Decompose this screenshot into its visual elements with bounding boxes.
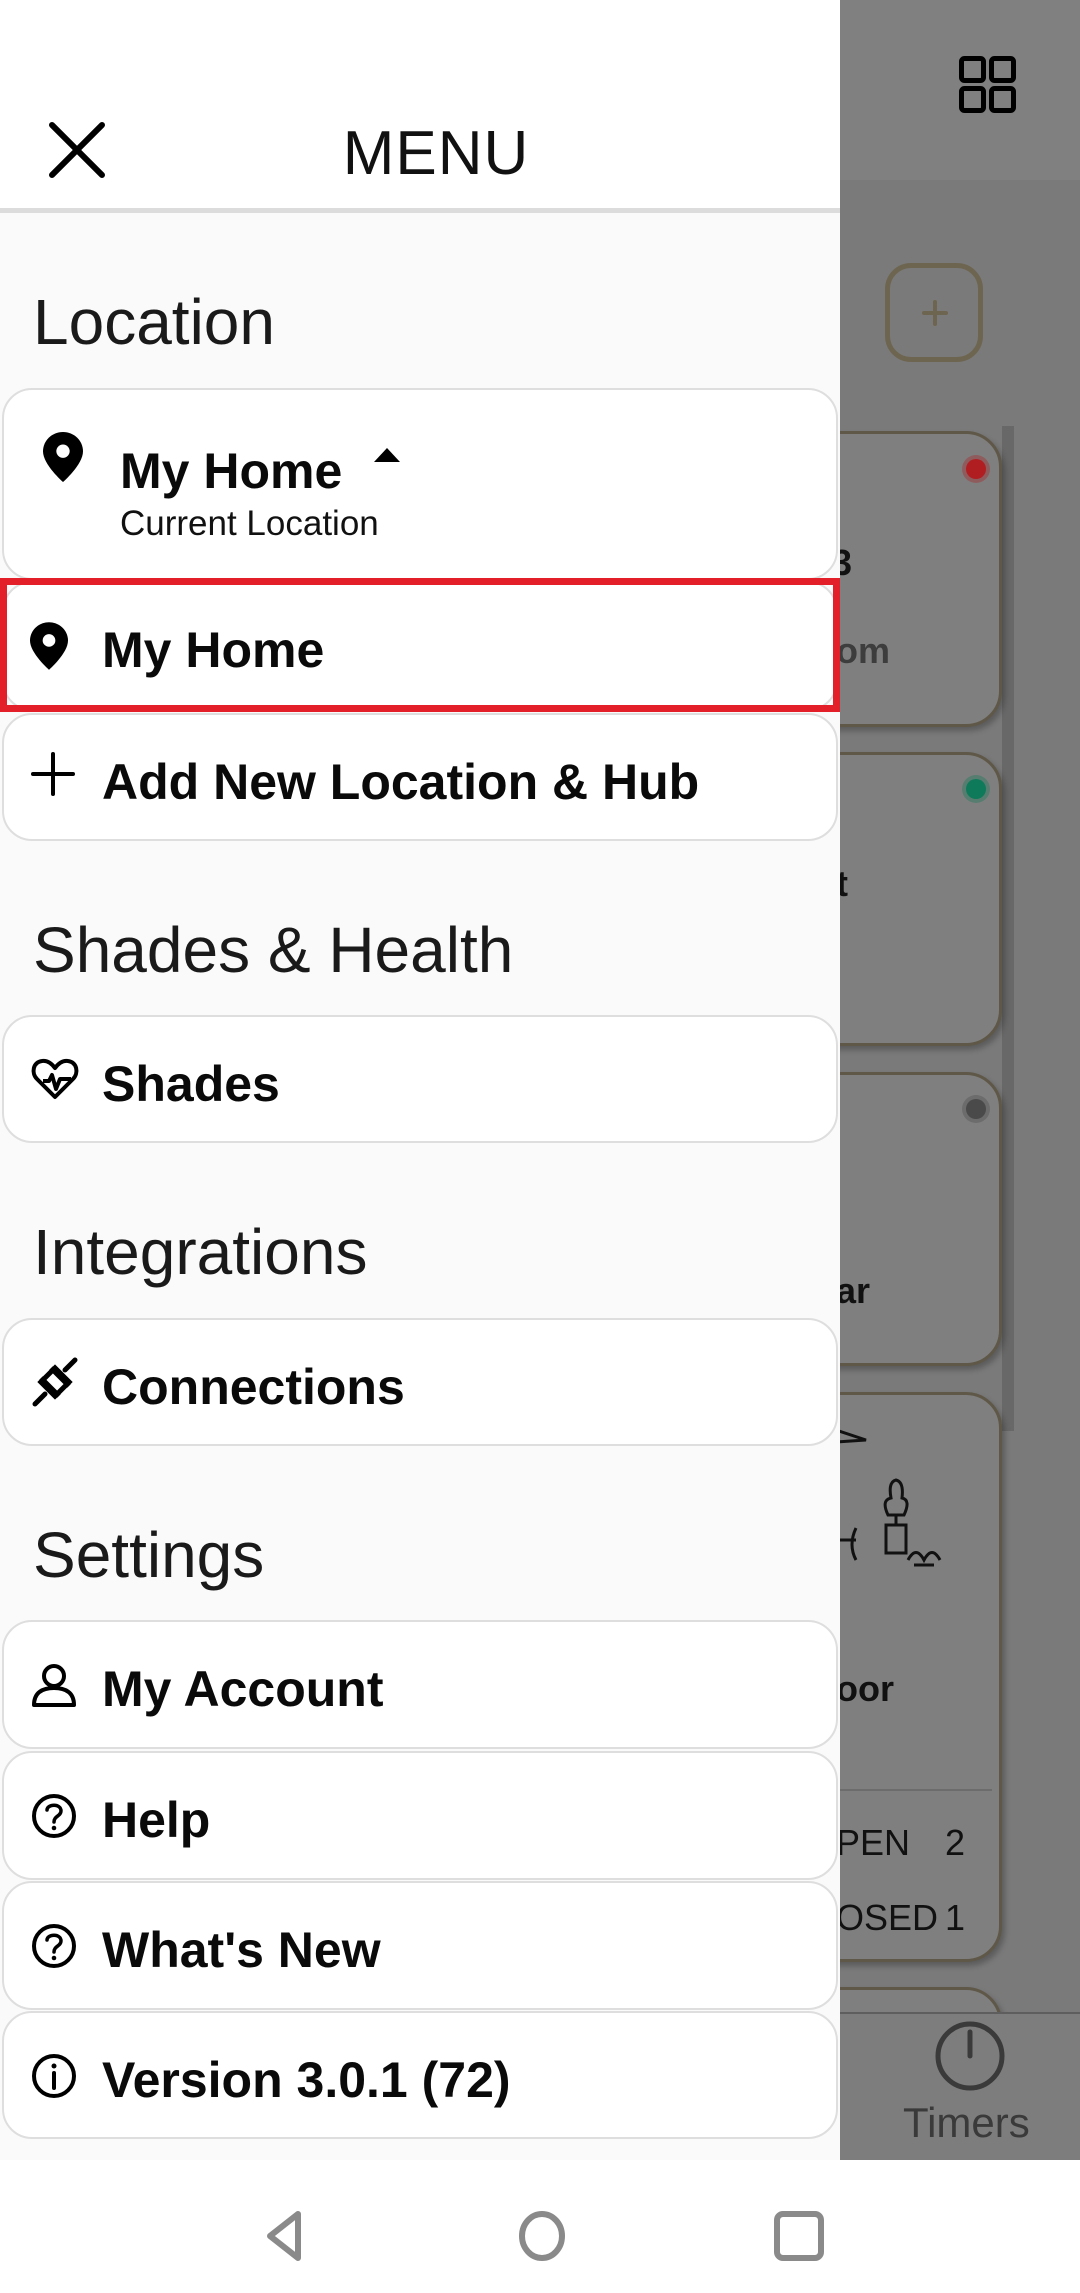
timers-tab-label[interactable]: Timers [903,2099,1030,2147]
menu-item-help[interactable]: Help [2,1751,838,1880]
recents-icon[interactable] [771,2208,827,2264]
system-navigation-bar [0,2160,1080,2293]
section-heading-settings: Settings [33,1519,265,1591]
current-location-card[interactable]: My Home Current Location [2,388,838,580]
map-pin-icon [43,432,83,482]
menu-item-label: Help [102,1792,211,1848]
map-pin-icon [30,622,68,670]
caret-up-icon[interactable] [374,448,400,462]
add-location-button[interactable]: Add New Location & Hub [2,713,838,841]
menu-item-shades[interactable]: Shades [2,1015,838,1143]
row-label: OSED [836,1897,939,1938]
current-location-subtitle: Current Location [120,504,379,543]
menu-item-whats-new[interactable]: What's New [2,1881,838,2010]
menu-item-my-account[interactable]: My Account [2,1620,838,1749]
patio-icon [836,1428,942,1567]
status-dot [966,779,986,799]
heart-pulse-icon [31,1058,79,1099]
section-heading-integrations: Integrations [33,1216,368,1288]
home-icon[interactable] [514,2208,570,2264]
menu-item-label: What's New [102,1922,381,1978]
plus-icon [31,752,75,796]
menu-item-label: Connections [102,1359,405,1415]
background-scrollbar [1002,426,1014,1431]
grid-view-icon[interactable] [959,56,1016,113]
background-card-title: ar [836,1270,871,1311]
background-card-subtitle: om [836,630,890,671]
clock-icon[interactable] [934,2020,1006,2092]
location-item-my-home[interactable]: My Home [2,581,838,711]
menu-item-label: Version 3.0.1 (72) [102,2052,511,2108]
header-divider [0,208,840,213]
info-circle-icon [32,2054,76,2098]
menu-item-connections[interactable]: Connections [2,1318,838,1446]
background-add-button[interactable] [885,263,983,362]
section-heading-shades-health: Shades & Health [33,914,514,986]
menu-item-version[interactable]: Version 3.0.1 (72) [2,2011,838,2139]
location-item-label: My Home [102,622,325,678]
help-circle-icon [32,1794,76,1838]
background-card-title: oor [836,1668,894,1709]
status-dot [966,1099,986,1119]
menu-item-label: Shades [102,1056,280,1112]
plug-icon [32,1357,78,1407]
drawer-title: MENU [342,119,530,188]
menu-item-label: My Account [102,1661,384,1717]
section-heading-location: Location [33,286,275,358]
row-label: PEN [836,1822,911,1863]
row-count: 2 [945,1822,966,1863]
drawer-header: MENU [0,0,840,208]
navigation-drawer: MENU Location My Home Current Location M… [0,0,840,2160]
help-circle-icon [32,1924,76,1968]
current-location-name: My Home [120,443,343,499]
row-count: 1 [945,1897,966,1938]
user-icon [32,1664,76,1707]
status-dot [966,459,986,479]
add-location-label: Add New Location & Hub [102,754,700,810]
back-icon[interactable] [258,2208,314,2264]
